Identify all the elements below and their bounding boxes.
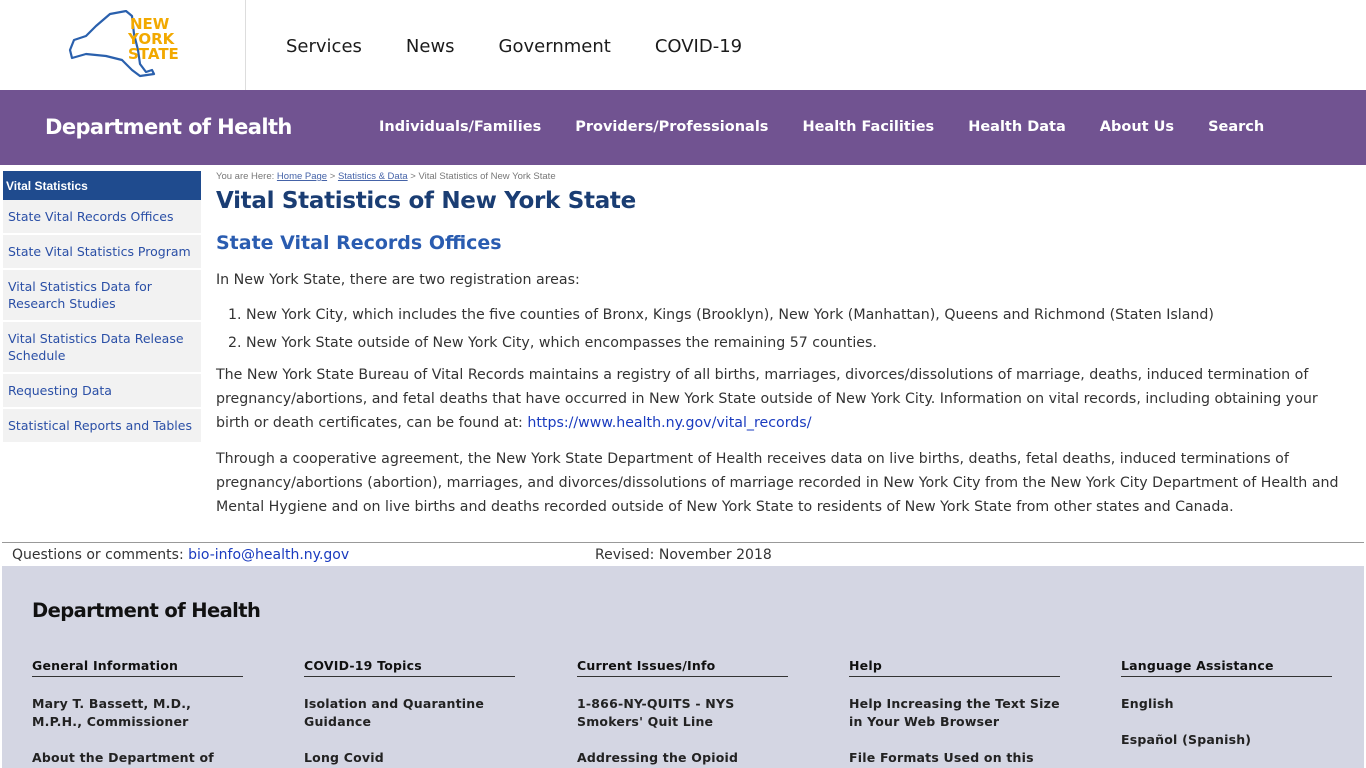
footer-link[interactable]: Addressing the Opioid	[577, 749, 788, 767]
footer-link[interactable]: Mary T. Bassett, M.D., M.P.H., Commissio…	[32, 695, 243, 731]
breadcrumb: You are Here: Home Page > Statistics & D…	[216, 171, 1341, 182]
sidebar-item-research-studies[interactable]: Vital Statistics Data for Research Studi…	[3, 270, 201, 322]
revised-date: Revised: November 2018	[595, 547, 772, 563]
sidebar-item-state-vital-records-offices[interactable]: State Vital Records Offices	[3, 200, 201, 235]
footer-title: Department of Health	[32, 599, 261, 622]
footer-link[interactable]: Español (Spanish)	[1121, 731, 1332, 749]
questions-comments: Questions or comments: bio-info@health.n…	[12, 547, 349, 563]
footer-column-language-assistance: Language Assistance English Español (Spa…	[1121, 658, 1332, 749]
breadcrumb-prefix: You are Here:	[216, 171, 275, 182]
nav-search[interactable]: Search	[1208, 119, 1264, 135]
breadcrumb-current: Vital Statistics of New York State	[418, 171, 556, 182]
department-navigation: Individuals/Families Providers/Professio…	[379, 119, 1298, 135]
section-title: State Vital Records Offices	[216, 232, 502, 254]
agreement-paragraph: Through a cooperative agreement, the New…	[216, 451, 1339, 515]
footer-link[interactable]: About the Department of	[32, 749, 243, 767]
svg-text:STATE: STATE	[128, 45, 179, 63]
footer-link[interactable]: Help Increasing the Text Size in Your We…	[849, 695, 1060, 731]
site-footer: Department of Health General Information…	[2, 566, 1364, 768]
footer-column-help: Help Help Increasing the Text Size in Yo…	[849, 658, 1060, 768]
sidebar-header[interactable]: Vital Statistics	[3, 171, 201, 200]
nav-about-us[interactable]: About Us	[1100, 119, 1174, 135]
footer-column-covid19-topics: COVID-19 Topics Isolation and Quarantine…	[304, 658, 515, 767]
list-item: New York State outside of New York City,…	[246, 329, 1341, 357]
nav-individuals-families[interactable]: Individuals/Families	[379, 119, 541, 135]
bureau-paragraph: The New York State Bureau of Vital Recor…	[216, 363, 1341, 435]
nav-news[interactable]: News	[406, 36, 455, 57]
footer-column-heading: COVID-19 Topics	[304, 658, 515, 677]
sidebar: Vital Statistics State Vital Records Off…	[3, 171, 201, 444]
intro-paragraph: In New York State, there are two registr…	[216, 272, 580, 288]
page-title: Vital Statistics of New York State	[216, 188, 636, 214]
vital-records-link[interactable]: https://www.health.ny.gov/vital_records/	[527, 415, 811, 431]
footer-column-heading: General Information	[32, 658, 243, 677]
sidebar-item-statistical-reports[interactable]: Statistical Reports and Tables	[3, 409, 201, 444]
footer-link[interactable]: Isolation and Quarantine Guidance	[304, 695, 515, 731]
footer-link[interactable]: 1-866-NY-QUITS - NYS Smokers' Quit Line	[577, 695, 788, 731]
nav-covid19[interactable]: COVID-19	[655, 36, 742, 57]
nav-providers-professionals[interactable]: Providers/Professionals	[575, 119, 768, 135]
footer-column-heading: Current Issues/Info	[577, 658, 788, 677]
breadcrumb-home-link[interactable]: Home Page	[277, 171, 327, 182]
footer-link[interactable]: English	[1121, 695, 1332, 713]
footer-column-heading: Help	[849, 658, 1060, 677]
footer-column-current-issues: Current Issues/Info 1-866-NY-QUITS - NYS…	[577, 658, 788, 767]
contact-email-link[interactable]: bio-info@health.ny.gov	[188, 547, 349, 563]
footer-link[interactable]: Long Covid	[304, 749, 515, 767]
nys-logo-area[interactable]: NEW YORK STATE	[0, 0, 246, 90]
breadcrumb-separator: >	[329, 171, 336, 182]
nav-government[interactable]: Government	[499, 36, 611, 57]
list-item: New York City, which includes the five c…	[246, 301, 1341, 329]
nav-health-data[interactable]: Health Data	[968, 119, 1066, 135]
questions-label: Questions or comments:	[12, 547, 189, 563]
main-content: You are Here: Home Page > Statistics & D…	[216, 171, 1341, 519]
sidebar-item-state-vital-statistics-program[interactable]: State Vital Statistics Program	[3, 235, 201, 270]
nav-health-facilities[interactable]: Health Facilities	[802, 119, 934, 135]
footer-column-heading: Language Assistance	[1121, 658, 1332, 677]
breadcrumb-statistics-link[interactable]: Statistics & Data	[338, 171, 408, 182]
questions-bar: Questions or comments: bio-info@health.n…	[2, 542, 1364, 566]
site-header: NEW YORK STATE Services News Government …	[0, 0, 1366, 90]
top-navigation: Services News Government COVID-19	[286, 36, 786, 57]
department-title[interactable]: Department of Health	[45, 115, 292, 139]
sidebar-item-release-schedule[interactable]: Vital Statistics Data Release Schedule	[3, 322, 201, 374]
sidebar-item-requesting-data[interactable]: Requesting Data	[3, 374, 201, 409]
footer-column-general-information: General Information Mary T. Bassett, M.D…	[32, 658, 243, 767]
footer-link[interactable]: File Formats Used on this Web	[849, 749, 1060, 768]
nys-logo-icon[interactable]: NEW YORK STATE	[66, 10, 181, 78]
department-bar: Department of Health Individuals/Familie…	[0, 90, 1366, 165]
registration-areas-list: New York City, which includes the five c…	[246, 301, 1341, 357]
nav-services[interactable]: Services	[286, 36, 362, 57]
breadcrumb-separator: >	[410, 171, 416, 182]
